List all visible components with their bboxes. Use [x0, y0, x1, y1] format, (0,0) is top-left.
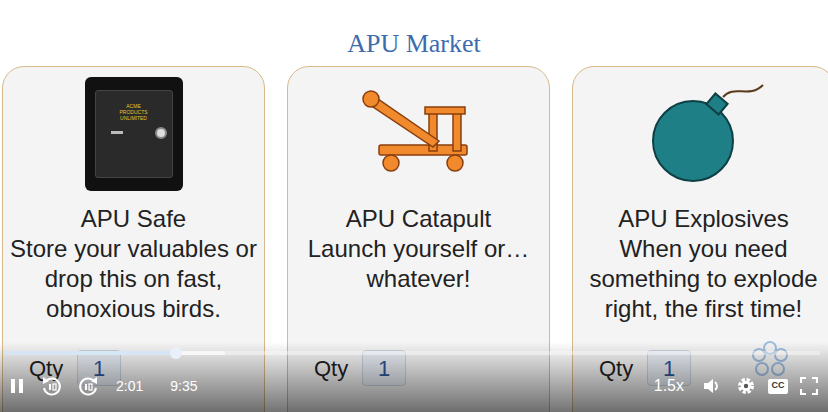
pause-icon: [9, 378, 25, 394]
product-description: obnoxious birds.: [10, 294, 257, 324]
forward-button[interactable]: [78, 375, 100, 397]
product-description: Launch yourself or…: [308, 234, 529, 264]
duration: 9:35: [170, 376, 197, 397]
dial-icon: [155, 127, 167, 139]
product-description: When you need: [589, 234, 817, 264]
product-name: APU Explosives: [589, 204, 817, 234]
played-fill: [5, 351, 176, 355]
handle-icon: [111, 131, 123, 134]
rewind-icon: [40, 375, 62, 397]
safe-icon: ACME PRODUCTS UNLIMITED: [85, 77, 183, 191]
product-text: APU SafeStore your valuables ordrop this…: [10, 204, 257, 350]
play-pause-button[interactable]: [8, 377, 26, 395]
volume-icon: [702, 376, 722, 396]
fullscreen-icon: [800, 377, 818, 395]
slide-title: APU Market: [0, 0, 828, 60]
product-description: whatever!: [308, 264, 529, 294]
product-description: something to explode: [589, 264, 817, 294]
catapult-icon: [359, 89, 479, 179]
product-description: Store your valuables or: [10, 234, 257, 264]
safe-badge: ACME PRODUCTS UNLIMITED: [114, 103, 154, 121]
forward-icon: [78, 375, 100, 397]
product-text: APU CatapultLaunch yourself or…whatever!: [308, 204, 529, 350]
product-name: APU Safe: [10, 204, 257, 234]
rewind-button[interactable]: [40, 375, 62, 397]
current-time: 2:01: [116, 376, 143, 397]
video-player[interactable]: APU Market ACME PRODUCTS UNLIMITED APU Saf…: [0, 0, 828, 412]
bomb-icon: [639, 79, 769, 189]
progress-track[interactable]: [5, 351, 820, 355]
product-description: right, the first time!: [589, 294, 817, 324]
product-image: [319, 76, 519, 192]
product-name: APU Catapult: [308, 204, 529, 234]
gear-icon: [736, 376, 756, 396]
speed-button[interactable]: 1.5x: [654, 374, 684, 398]
control-bar: 2:01 9:35 1.5x CC: [0, 374, 828, 398]
settings-button[interactable]: [736, 376, 756, 396]
product-image: ACME PRODUCTS UNLIMITED: [34, 76, 234, 192]
product-description: drop this on fast,: [10, 264, 257, 294]
product-image: [604, 76, 804, 192]
fullscreen-button[interactable]: [800, 377, 818, 395]
captions-button[interactable]: CC: [768, 379, 788, 394]
product-text: APU ExplosivesWhen you needsomething to …: [589, 204, 817, 350]
volume-button[interactable]: [702, 376, 722, 396]
